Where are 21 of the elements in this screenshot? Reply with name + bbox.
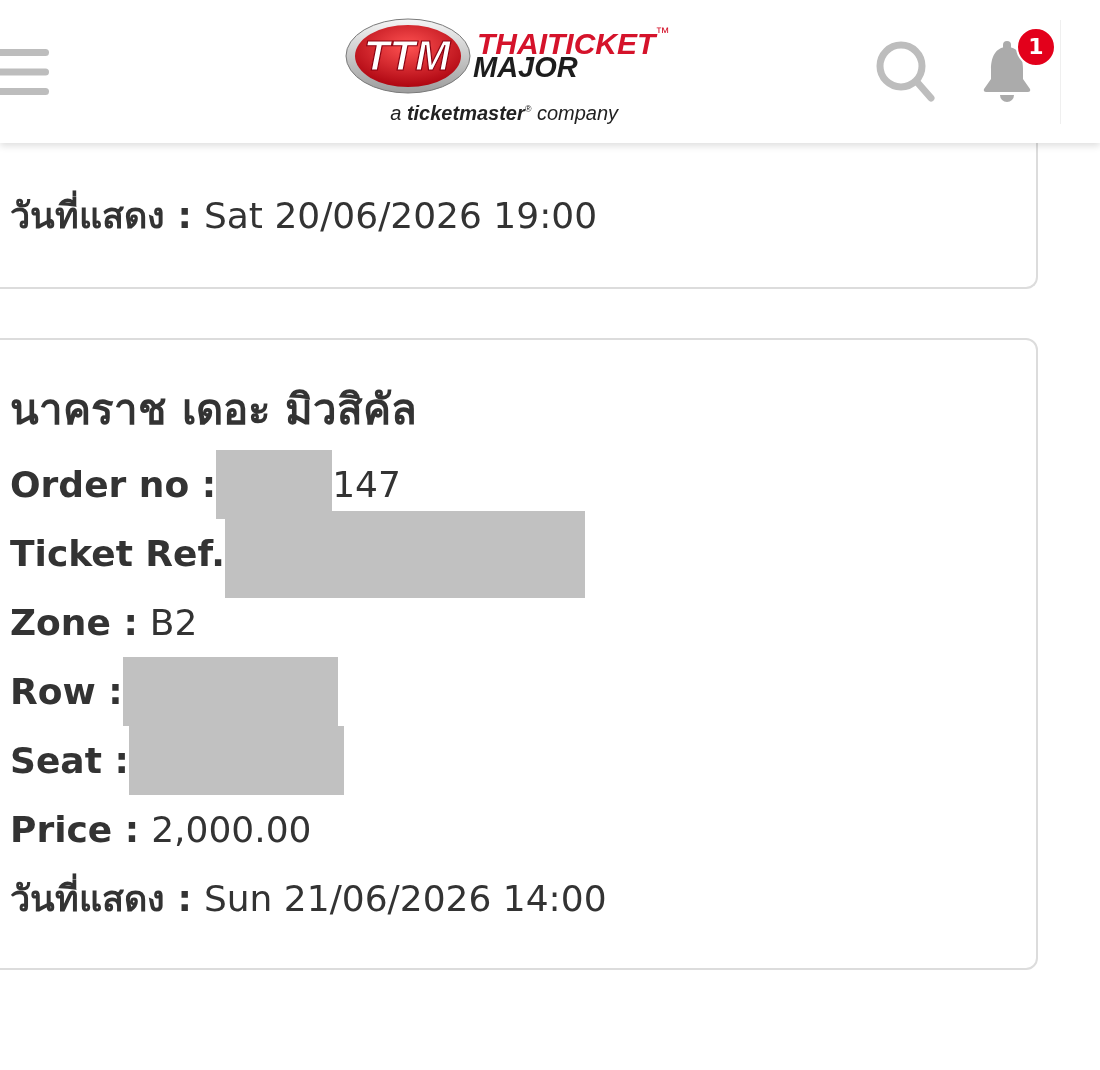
field-label: Zone : bbox=[10, 602, 138, 643]
logo-emblem: TTM bbox=[345, 18, 471, 94]
field-label: Order no : bbox=[10, 464, 217, 505]
menu-icon[interactable] bbox=[0, 48, 50, 95]
field-label: Ticket Ref. bbox=[10, 533, 225, 574]
field-label: Row : bbox=[10, 671, 123, 712]
field-label: วันที่แสดง : bbox=[10, 187, 192, 244]
search-icon[interactable] bbox=[876, 40, 936, 103]
field-value: 147 bbox=[332, 464, 401, 505]
logo-wordmark: MAJOR bbox=[473, 55, 578, 78]
field-label: Price : bbox=[10, 809, 140, 850]
notification-badge: 1 bbox=[1016, 26, 1056, 67]
field-value: Sun 21/06/2026 14:00 bbox=[203, 878, 607, 919]
field-label: วันที่แสดง : bbox=[10, 870, 192, 927]
field-value: B2 bbox=[149, 602, 198, 643]
field-label: Seat : bbox=[10, 740, 129, 781]
ticket-title: นาคราช เดอะ มิวสิคัล bbox=[10, 384, 419, 436]
bell-icon[interactable] bbox=[982, 40, 1032, 103]
logo-tagline: a ticketmaster$^{®}$ company bbox=[390, 102, 619, 125]
field-value: 2,000.00 bbox=[151, 809, 312, 850]
field-value: Sat 20/06/2026 19:00 bbox=[203, 195, 598, 236]
